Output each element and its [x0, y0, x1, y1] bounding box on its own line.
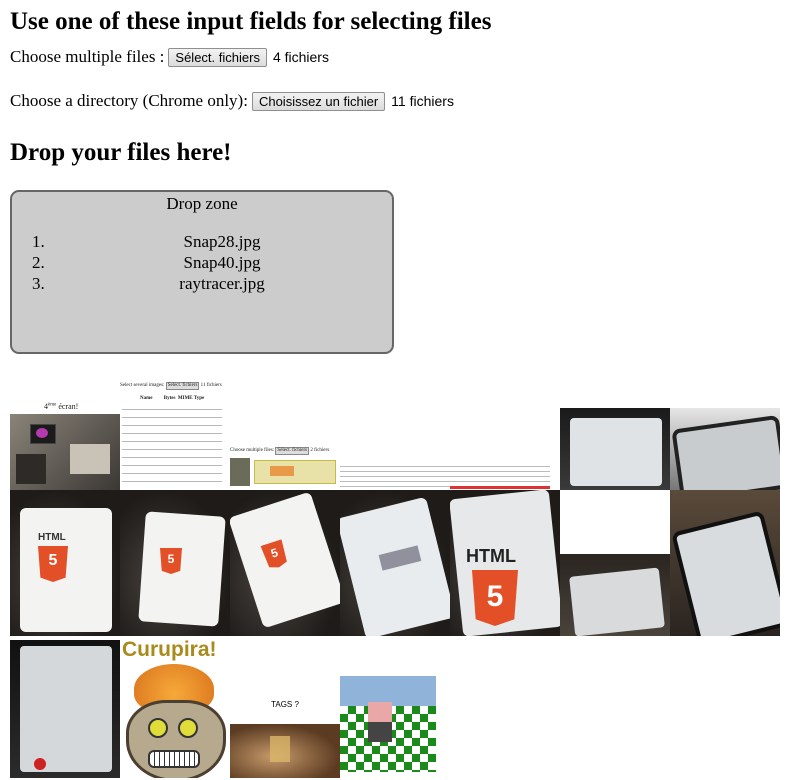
multiple-files-row: Choose multiple files : Sélect. fichiers… — [10, 47, 329, 67]
thumbnail-html5-tablet-1[interactable]: HTML 5 — [10, 490, 120, 636]
tags-caption: TAGS ? — [271, 700, 299, 709]
directory-button[interactable]: Choisissez un fichier — [251, 91, 386, 111]
list-item-number: 2. — [32, 253, 45, 272]
thumbnail-file-table[interactable]: Select several images: Select. fichiers … — [120, 380, 230, 490]
dropped-files-list: 1. Snap28.jpg 2. Snap40.jpg 3. raytracer.jp… — [32, 231, 392, 294]
thumbnail-gallery: 4ème écran! Select several images: Selec… — [10, 380, 790, 780]
directory-count: 11 fichiers — [391, 93, 454, 109]
drop-zone[interactable]: Drop zone 1. Snap28.jpg 2. Snap40.jpg 3. ra… — [10, 190, 394, 354]
list-item: 1. Snap28.jpg — [32, 231, 392, 252]
list-item-number: 1. — [32, 232, 45, 251]
list-item-name: Snap40.jpg — [183, 253, 261, 272]
thumbnail-raytracer[interactable] — [340, 676, 436, 778]
drop-heading: Drop your files here! — [10, 139, 232, 166]
list-item-name: Snap28.jpg — [183, 232, 261, 251]
curupira-title: Curupira! — [122, 638, 217, 661]
thumbnail-html5-tablet-2[interactable]: 5 — [120, 490, 230, 636]
thumbnail-tags[interactable]: TAGS ? — [230, 696, 340, 778]
list-item-number: 3. — [32, 274, 45, 293]
thumbnail-html5-large[interactable]: HTML 5 — [450, 490, 560, 636]
thumbnail-living-room[interactable]: 4ème écran! — [10, 400, 120, 490]
thumbnail-tablet-4[interactable] — [670, 490, 780, 636]
thumbnail-tablet-3[interactable] — [560, 554, 670, 636]
directory-label: Choose a directory (Chrome only): — [10, 91, 248, 110]
list-item: 3. raytracer.jpg — [32, 273, 392, 294]
thumbnail-tablet-5[interactable] — [10, 640, 120, 778]
thumbnail-file-list[interactable] — [340, 462, 560, 490]
drop-zone-title: Drop zone — [166, 194, 238, 213]
directory-row: Choose a directory (Chrome only): Choisi… — [10, 91, 454, 111]
thumbnail-choose-files[interactable]: Choose multiple files: Sélect. fichiers … — [230, 444, 340, 490]
list-item-name: raytracer.jpg — [179, 274, 265, 293]
multiple-files-count: 4 fichiers — [272, 49, 329, 65]
page-heading: Use one of these input fields for select… — [10, 8, 492, 35]
multiple-files-button[interactable]: Sélect. fichiers — [168, 47, 267, 67]
multiple-files-label: Choose multiple files : — [10, 47, 165, 66]
thumbnail-html5-tablet-3[interactable]: 5 — [230, 490, 340, 636]
thumbnail-tablet-1[interactable] — [560, 408, 670, 490]
thumbnail-curupira[interactable]: Curupira! — [120, 638, 230, 778]
thumbnail-browser-tablet[interactable] — [340, 490, 450, 636]
thumbnail-caption: 4ème écran! — [44, 402, 79, 411]
thumbnail-tablet-2[interactable] — [670, 408, 780, 490]
list-item: 2. Snap40.jpg — [32, 252, 392, 273]
